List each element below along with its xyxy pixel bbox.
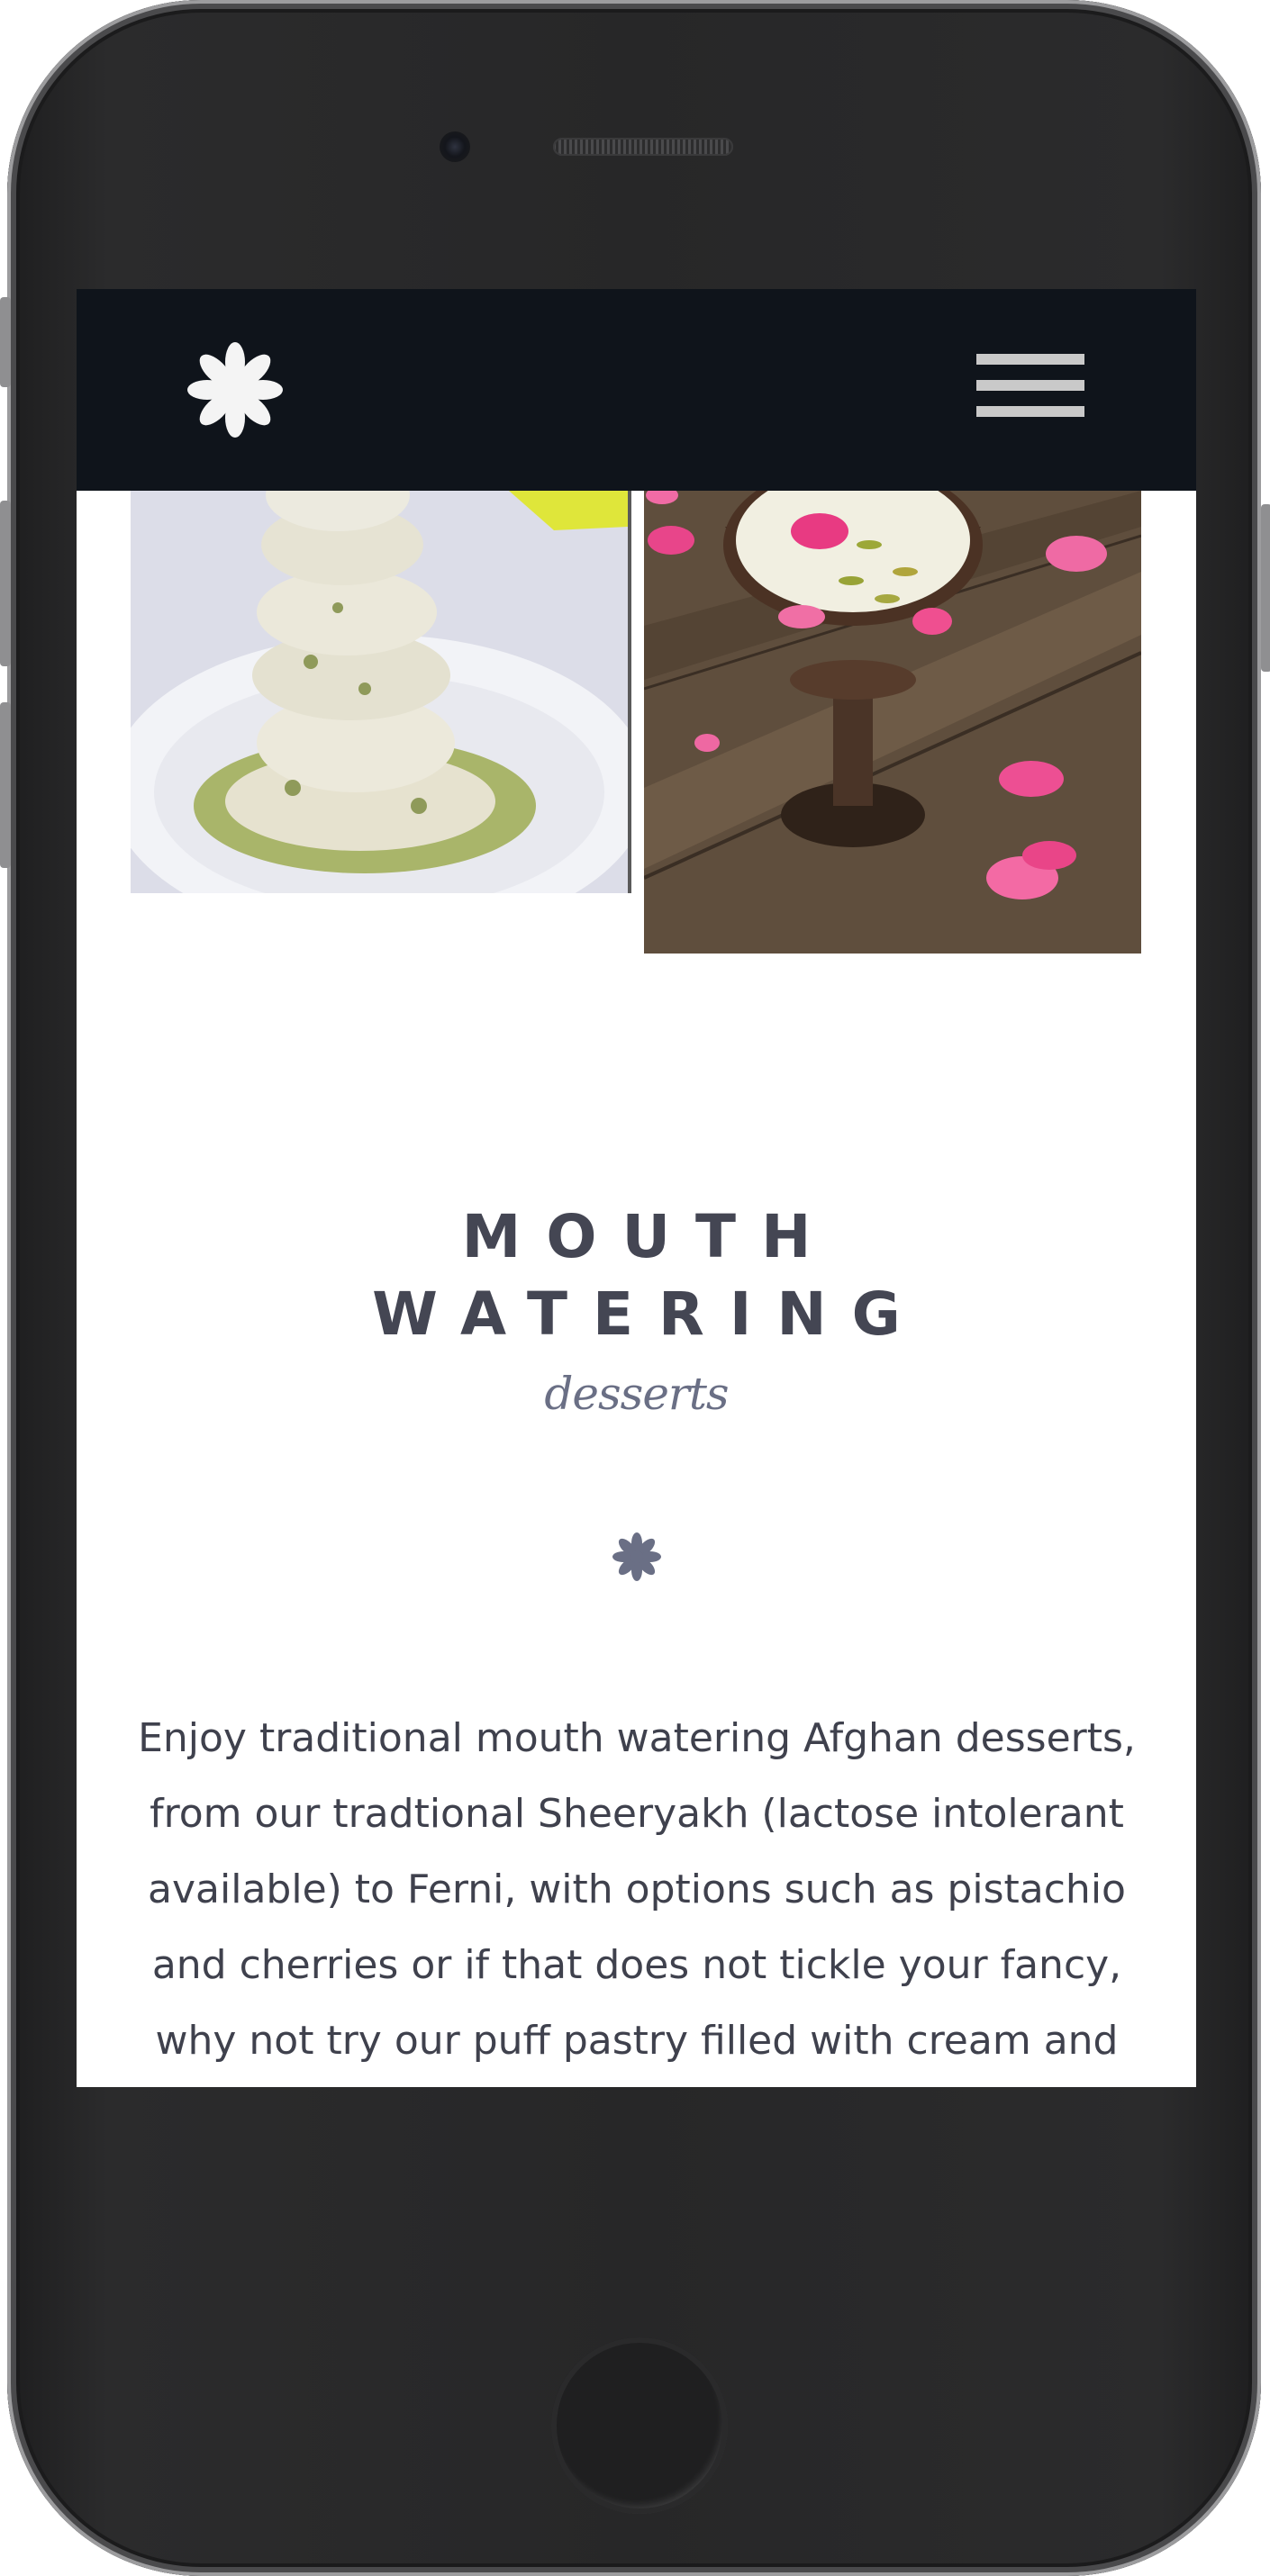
hamburger-menu-icon[interactable] (976, 347, 1084, 424)
pistachio-ice-cream-dessert-image (131, 491, 631, 893)
ferni-with-rose-petals-image (644, 491, 1141, 954)
volume-up-button (0, 501, 11, 666)
front-camera (440, 131, 470, 162)
section-title-line1: MOUTH (461, 1202, 837, 1271)
navbar (77, 289, 1196, 491)
home-button[interactable] (551, 2337, 728, 2514)
earpiece-speaker (553, 138, 733, 156)
volume-down-button (0, 702, 11, 868)
asterisk-icon (612, 1532, 661, 1581)
screen: MOUTH WATERING desserts Enjoy traditiona… (77, 289, 1196, 2087)
phone-frame: MOUTH WATERING desserts Enjoy traditiona… (0, 0, 1270, 2576)
mute-switch (0, 297, 11, 387)
section-subtitle: desserts (544, 1368, 729, 1420)
section-title-line2: WATERING (372, 1279, 926, 1349)
section-description: Enjoy traditional mouth watering Afghan … (138, 1715, 1136, 2064)
asterisk-flower-icon[interactable] (186, 341, 284, 438)
power-button (1261, 504, 1270, 672)
